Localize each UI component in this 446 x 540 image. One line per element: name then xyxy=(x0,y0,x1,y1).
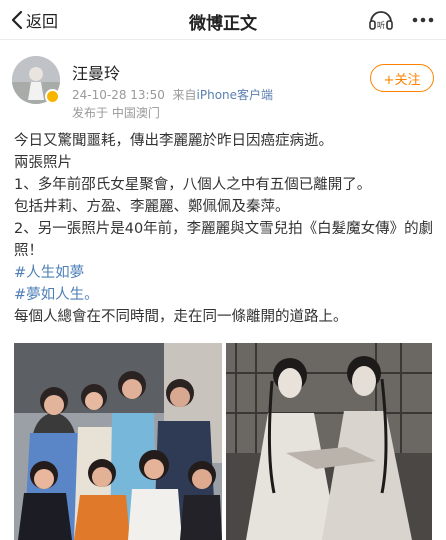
post-line-2: 兩張照片 xyxy=(14,155,72,171)
post-photo-still[interactable] xyxy=(226,343,432,540)
location: 发布于 中国澳门 xyxy=(72,106,160,120)
verified-icon xyxy=(45,89,60,104)
listen-icon[interactable]: 听 xyxy=(368,8,394,32)
author-header: 汪曼玲 24-10-28 13:50 来自iPhone客户端 发布于 中国澳门 … xyxy=(12,56,434,120)
back-label: 返回 xyxy=(26,12,59,31)
source-prefix: 来自 xyxy=(172,88,197,102)
timestamp: 24-10-28 13:50 xyxy=(72,88,165,102)
post-content: 今日又驚聞噩耗，傳出李麗麗於昨日因癌症病逝。 兩張照片 1、多年前邵氏女星聚會，… xyxy=(14,130,434,328)
listen-badge: 听 xyxy=(377,21,385,30)
author-name[interactable]: 汪曼玲 xyxy=(72,60,120,84)
back-button[interactable]: 返回 xyxy=(10,8,58,32)
post-line-1: 今日又驚聞噩耗，傳出李麗麗於昨日因癌症病逝。 xyxy=(14,133,333,149)
post-line-5: 2、另一張照片是40年前，李麗麗與文雪兒拍《白髮魔女傳》的劇照！ xyxy=(14,221,434,259)
post-closing: 每個人總會在不同時間，走在同一條離開的道路上。 xyxy=(14,309,348,325)
post-photo-group[interactable] xyxy=(14,343,222,540)
chevron-left-icon xyxy=(11,10,23,30)
post-line-4: 包括井莉、方盈、李麗麗、鄭佩佩及秦萍。 xyxy=(14,199,290,215)
follow-button[interactable]: +关注 xyxy=(370,64,434,92)
top-bar: 返回 微博正文 听 xyxy=(0,0,446,40)
hashtag-2[interactable]: #夢如人生。 xyxy=(14,287,99,303)
more-icon[interactable] xyxy=(410,10,436,30)
source-device[interactable]: iPhone客户端 xyxy=(197,88,274,102)
hashtag-1[interactable]: #人生如夢 xyxy=(14,265,84,281)
post-line-3: 1、多年前邵氏女星聚會，八個人之中有五個已離開了。 xyxy=(14,177,372,193)
post-meta: 24-10-28 13:50 来自iPhone客户端 xyxy=(72,86,273,103)
